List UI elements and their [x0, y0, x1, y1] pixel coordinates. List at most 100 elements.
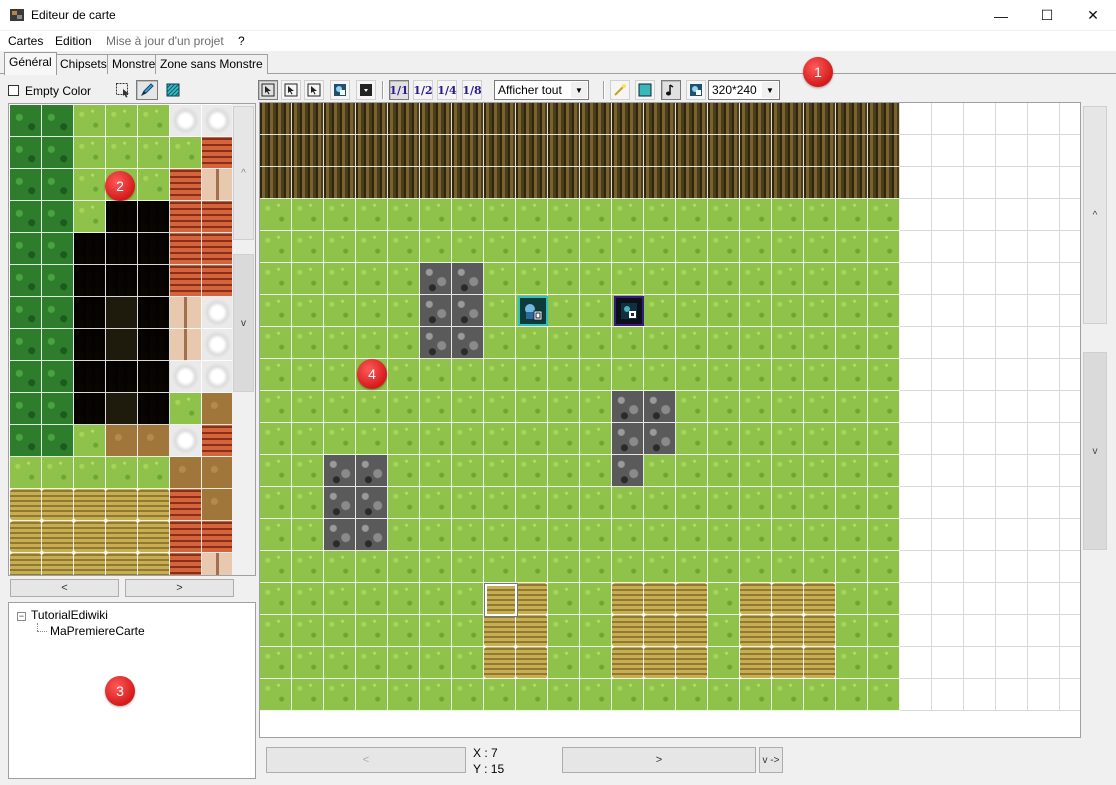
map-tile[interactable]: [964, 167, 996, 199]
map-tile[interactable]: [772, 647, 804, 679]
map-tile[interactable]: [740, 263, 772, 295]
map-tile[interactable]: [612, 263, 644, 295]
map-tile[interactable]: [772, 423, 804, 455]
map-tile[interactable]: [484, 551, 516, 583]
chipset-tile[interactable]: [74, 105, 106, 137]
map-tile[interactable]: [708, 231, 740, 263]
chipset-tile[interactable]: [10, 457, 42, 489]
map-tile[interactable]: [644, 423, 676, 455]
tab-chipsets[interactable]: Chipsets: [55, 54, 112, 74]
map-tile[interactable]: [996, 583, 1028, 615]
map-tile[interactable]: [964, 551, 996, 583]
map-tile[interactable]: [260, 199, 292, 231]
map-tile[interactable]: [804, 455, 836, 487]
map-tile[interactable]: [964, 295, 996, 327]
map-tile[interactable]: [452, 423, 484, 455]
chipset-tile[interactable]: [106, 553, 138, 575]
map-tile[interactable]: [964, 391, 996, 423]
chipset-tile[interactable]: [10, 201, 42, 233]
chipset-tile[interactable]: [42, 521, 74, 553]
map-tile[interactable]: [324, 167, 356, 199]
chipset-tile[interactable]: [106, 105, 138, 137]
chipset-tile[interactable]: [10, 393, 42, 425]
chipset-tile[interactable]: [170, 361, 202, 393]
chipset-tile[interactable]: [170, 489, 202, 521]
map-tile[interactable]: [996, 103, 1028, 135]
chipset-tile[interactable]: [42, 425, 74, 457]
map-tile[interactable]: [836, 327, 868, 359]
map-tile[interactable]: [1028, 327, 1060, 359]
map-tile[interactable]: [900, 135, 932, 167]
map-tile[interactable]: [964, 583, 996, 615]
map-tile[interactable]: [1028, 135, 1060, 167]
map-tile[interactable]: [388, 423, 420, 455]
map-tile[interactable]: [580, 327, 612, 359]
map-tile[interactable]: [580, 487, 612, 519]
map-tile[interactable]: [612, 455, 644, 487]
map-tile[interactable]: [260, 519, 292, 551]
map-tile[interactable]: [516, 135, 548, 167]
map-tile[interactable]: [836, 231, 868, 263]
map-tile[interactable]: [1060, 327, 1080, 359]
map-tile[interactable]: [388, 519, 420, 551]
map-tile[interactable]: [996, 199, 1028, 231]
display-select[interactable]: Afficher tout ▼: [494, 80, 589, 100]
map-tile[interactable]: [1028, 679, 1060, 711]
map-tile[interactable]: [804, 391, 836, 423]
map-tile[interactable]: [420, 263, 452, 295]
resolution-select[interactable]: 320*240 ▼: [708, 80, 780, 100]
map-tile[interactable]: [388, 199, 420, 231]
map-tile[interactable]: [612, 199, 644, 231]
map-tile[interactable]: [644, 391, 676, 423]
chipset-tile[interactable]: [42, 361, 74, 393]
map-tile[interactable]: [868, 135, 900, 167]
chipset-tile[interactable]: [10, 361, 42, 393]
map-vertical-scrollbar[interactable]: ^ v: [1083, 102, 1108, 738]
map-tile[interactable]: [676, 583, 708, 615]
map-tile[interactable]: [324, 199, 356, 231]
map-tile[interactable]: [676, 519, 708, 551]
map-tile[interactable]: [1060, 167, 1080, 199]
map-tile[interactable]: [580, 455, 612, 487]
map-scroll-up[interactable]: ^: [1083, 106, 1107, 324]
chipset-tile[interactable]: [202, 233, 232, 265]
map-tile[interactable]: [420, 103, 452, 135]
map-tile[interactable]: [900, 199, 932, 231]
map-tile[interactable]: [772, 295, 804, 327]
map-tile[interactable]: [260, 103, 292, 135]
map-tile[interactable]: [708, 679, 740, 711]
map-tile[interactable]: [836, 647, 868, 679]
maximize-button[interactable]: ☐: [1024, 0, 1070, 31]
map-tile[interactable]: [676, 263, 708, 295]
map-tile[interactable]: [420, 551, 452, 583]
chipset-tile[interactable]: [202, 169, 232, 201]
chipset-tile[interactable]: [10, 521, 42, 553]
map-tile[interactable]: [1060, 263, 1080, 295]
chipset-tile[interactable]: [106, 361, 138, 393]
chipset-tile[interactable]: [106, 201, 138, 233]
map-tile[interactable]: [388, 135, 420, 167]
map-tile[interactable]: [452, 391, 484, 423]
map-tile[interactable]: [772, 391, 804, 423]
map-tile[interactable]: [804, 231, 836, 263]
map-tile[interactable]: [548, 423, 580, 455]
map-tile[interactable]: [420, 167, 452, 199]
map-tile[interactable]: [708, 359, 740, 391]
map-tile[interactable]: [964, 519, 996, 551]
map-tile[interactable]: [548, 103, 580, 135]
map-tile[interactable]: [804, 135, 836, 167]
map-tile[interactable]: [644, 263, 676, 295]
map-tile[interactable]: [708, 327, 740, 359]
map-tile[interactable]: [740, 551, 772, 583]
map-tile[interactable]: [740, 391, 772, 423]
map-tile[interactable]: [484, 167, 516, 199]
event-start-button[interactable]: [686, 80, 706, 100]
map-tile[interactable]: [900, 263, 932, 295]
map-tile[interactable]: [996, 647, 1028, 679]
map-tile[interactable]: [836, 103, 868, 135]
map-tile[interactable]: [516, 103, 548, 135]
map-tile[interactable]: [452, 551, 484, 583]
map-tile[interactable]: [676, 487, 708, 519]
map-tile[interactable]: [292, 167, 324, 199]
map-tile[interactable]: [836, 487, 868, 519]
